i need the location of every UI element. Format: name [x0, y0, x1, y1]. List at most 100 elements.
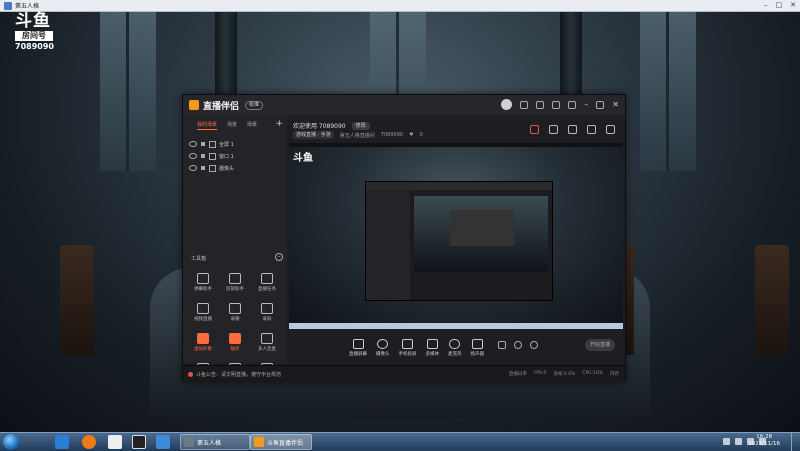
user-avatar[interactable] [501, 99, 513, 110]
eye-icon[interactable] [189, 141, 197, 147]
status-bar: 斗鱼公告：请文明直播，遵守平台规范 直播码率 FPS:0 丢帧:0.0% CPU… [183, 365, 625, 382]
tool-item[interactable]: 录屏 [251, 303, 283, 322]
close-icon[interactable]: ✕ [790, 1, 796, 9]
tab-scene-3[interactable]: 场景 [247, 121, 257, 130]
toolbox-title: 工具箱 [191, 256, 207, 262]
add-scene-icon[interactable]: + [275, 119, 283, 129]
lock-icon[interactable] [201, 154, 205, 158]
tool-item[interactable]: 视频直播 [187, 303, 219, 322]
menu-icon[interactable] [568, 100, 577, 109]
room-id: 7089090 [15, 42, 54, 51]
tool-item[interactable]: 录播 [219, 303, 251, 322]
microphone-button[interactable]: 麦克风 [448, 339, 462, 357]
tool-item[interactable]: 弹幕助手 [187, 273, 219, 292]
tray-icon[interactable] [735, 438, 742, 445]
collapse-icon[interactable]: – [275, 253, 283, 261]
lock-icon[interactable] [201, 142, 205, 146]
ie-icon[interactable] [55, 435, 69, 449]
document-icon[interactable] [108, 435, 122, 449]
background-chair [755, 245, 789, 355]
start-button[interactable] [3, 434, 19, 450]
show-desktop-button[interactable] [791, 433, 800, 451]
windows-taskbar: 第五人格 斗鱼直播伴侣 16:28 2021/11/16 [0, 432, 800, 451]
stream-preview[interactable]: 斗鱼 [289, 143, 623, 329]
edit-button[interactable]: 修改 [351, 121, 370, 130]
game-window-title: 第五人格 [15, 3, 40, 10]
tab-scene-2[interactable]: 场景 [227, 121, 237, 130]
taskbar-game-button[interactable]: 第五人格 [180, 434, 250, 450]
source-item[interactable]: 窗口 1 [183, 150, 287, 162]
play-icon [426, 339, 438, 349]
eye-icon[interactable] [189, 153, 197, 159]
control-label: 麦克风 [448, 352, 462, 357]
game-task-icon [184, 437, 194, 447]
lottery-icon [229, 333, 241, 344]
firefox-icon[interactable] [82, 435, 96, 449]
screen-record-icon [261, 303, 273, 314]
system-clock[interactable]: 16:28 2021/11/16 [748, 434, 780, 448]
g-app-icon[interactable] [132, 435, 146, 449]
header-actions [530, 125, 615, 134]
tool-item[interactable]: 虚拟形象 [187, 333, 219, 352]
media-button[interactable]: 多媒体 [426, 339, 439, 357]
source-label: 窗口 1 [219, 153, 234, 160]
record-video-icon[interactable] [498, 341, 506, 349]
tool-item[interactable]: 多人连麦 [251, 333, 283, 352]
app-minimize-icon[interactable]: – [584, 100, 588, 109]
phone-icon [402, 339, 413, 349]
app-maximize-icon[interactable] [596, 100, 605, 109]
share-icon[interactable] [606, 125, 615, 134]
clock-time: 16:28 [756, 434, 773, 440]
taskbar-streamer-button[interactable]: 斗鱼直播伴侣 [250, 434, 312, 450]
screen-source-button[interactable]: 直播屏幕 [349, 339, 367, 357]
warning-icon [188, 371, 193, 377]
tool-label: 房管助手 [226, 287, 244, 292]
status-message[interactable]: 斗鱼公告：请文明直播，遵守平台规范 [196, 371, 281, 378]
control-label: 扬声器 [470, 352, 485, 357]
eye-icon[interactable] [189, 165, 197, 171]
bird-app-icon[interactable] [156, 435, 170, 449]
gear-icon[interactable] [530, 341, 538, 349]
chart-icon[interactable] [568, 125, 577, 134]
speaker-button[interactable]: 扬声器 [470, 339, 485, 357]
stat-drop: 丢帧:0.0% [553, 372, 576, 377]
room-title[interactable]: 第五人格直播间 [340, 132, 375, 139]
tab-my-scene[interactable]: 我的场景 [197, 121, 218, 130]
minimize-icon[interactable]: – [764, 1, 768, 9]
source-item[interactable]: 全屏 1 [183, 138, 287, 150]
stream-stats: 直播码率 FPS:0 丢帧:0.0% CPU:10% 内存 [509, 371, 619, 377]
source-label: 全屏 1 [219, 141, 234, 148]
tool-label: 录播 [230, 317, 240, 322]
scene-panel: 我的场景 场景 场景 + 全屏 1 窗口 1 摄像头 工具箱 – 弹幕助手 房管… [183, 115, 287, 382]
app-name: 直播伴侣 [203, 101, 240, 112]
lock-icon[interactable] [549, 125, 558, 134]
tool-item[interactable]: 直播任务 [251, 273, 283, 292]
skin-icon[interactable] [536, 100, 545, 109]
version-badge[interactable]: 标准 [245, 100, 264, 110]
gift-icon[interactable] [530, 125, 539, 134]
streamer-task-icon [254, 437, 264, 447]
danmaku-icon [197, 273, 209, 284]
camera-button[interactable]: 摄像头 [376, 339, 390, 357]
window-controls: – □ ✕ [764, 1, 796, 9]
category-tag[interactable]: 游戏直播 · 手游 [293, 131, 334, 139]
settings-icon[interactable] [552, 100, 561, 109]
source-item[interactable]: 摄像头 [183, 162, 287, 174]
lock-icon[interactable] [201, 166, 205, 170]
preview-taskbar [289, 323, 623, 329]
maximize-icon[interactable]: □ [776, 1, 783, 9]
tool-item[interactable]: 房管助手 [219, 273, 251, 292]
tool-item[interactable]: 抽奖 [219, 333, 251, 352]
eye-preview-icon[interactable] [514, 341, 522, 349]
tool-label: 录屏 [262, 317, 272, 322]
app-close-icon[interactable]: ✕ [612, 100, 619, 109]
message-icon[interactable] [520, 100, 529, 109]
bell-icon[interactable] [587, 125, 596, 134]
tool-label: 弹幕助手 [194, 287, 212, 292]
phone-cast-button[interactable]: 手机投屏 [399, 339, 417, 357]
mic-link-icon [261, 333, 273, 344]
tray-icon[interactable] [723, 438, 730, 445]
start-stream-button[interactable]: 开始直播 [585, 339, 615, 351]
tool-label: 抽奖 [230, 347, 240, 352]
record-icon [229, 303, 241, 314]
